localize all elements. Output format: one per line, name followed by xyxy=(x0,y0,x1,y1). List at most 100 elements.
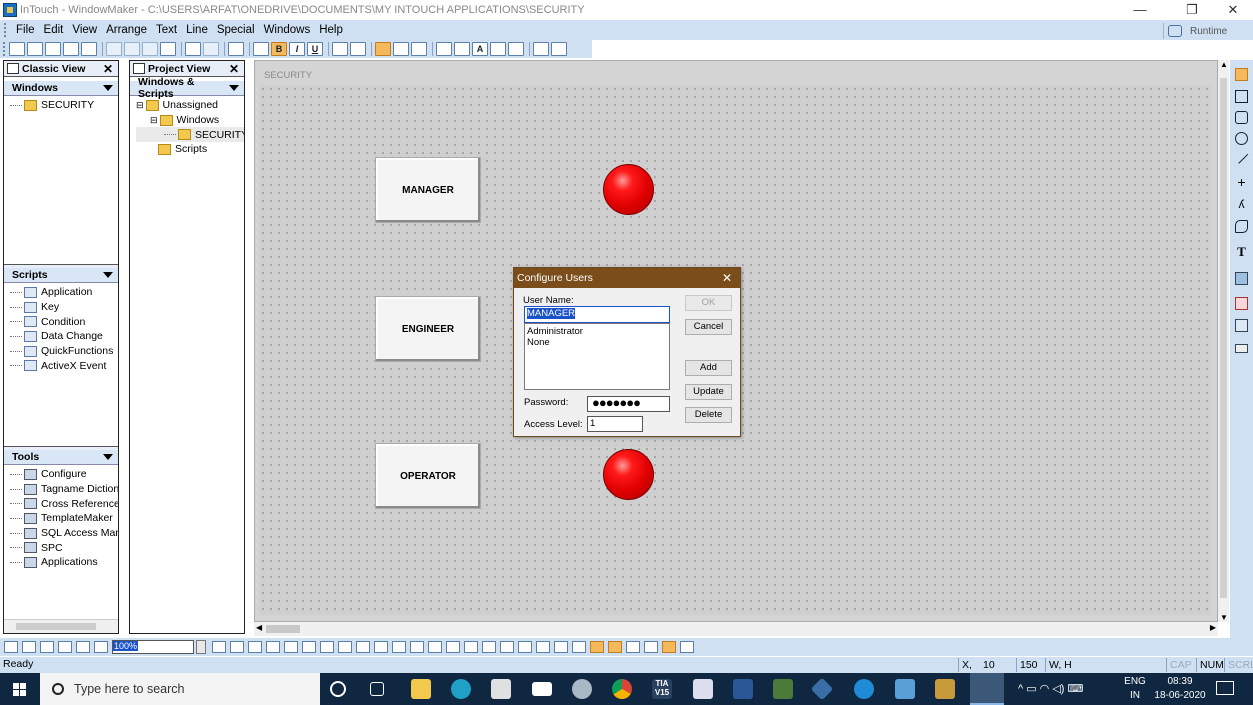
zoom-in-icon[interactable] xyxy=(4,641,18,653)
historical-trend-icon[interactable] xyxy=(1235,319,1248,332)
space-vertical-icon[interactable] xyxy=(356,641,370,653)
scroll-up-icon[interactable]: ▲ xyxy=(1220,60,1228,69)
tool-item-tagname-dictionary[interactable]: Tagname Dictiona xyxy=(10,482,118,497)
reshape-icon[interactable] xyxy=(518,641,532,653)
tool-item-cross-reference[interactable]: Cross Reference xyxy=(10,496,118,511)
flip-horizontal-icon[interactable] xyxy=(482,641,496,653)
align-bottom-objects-icon[interactable] xyxy=(302,641,316,653)
menu-help[interactable]: Help xyxy=(319,24,343,36)
script-item-quickfunctions[interactable]: QuickFunctions xyxy=(10,344,118,359)
taskbar-search-box[interactable]: Type here to search xyxy=(40,673,320,705)
script-item-data-change[interactable]: Data Change xyxy=(10,329,118,344)
increase-font-icon[interactable] xyxy=(350,42,366,56)
clock[interactable]: 08:39 18-06-2020 xyxy=(1152,676,1208,701)
minimize-button[interactable]: — xyxy=(1117,0,1163,20)
paste-icon[interactable] xyxy=(142,42,158,56)
polyline-tool-icon[interactable]: ʎ xyxy=(1235,198,1248,211)
operator-button[interactable]: OPERATOR xyxy=(375,443,481,509)
realtime-trend-icon[interactable] xyxy=(1235,297,1248,310)
pencil-icon[interactable] xyxy=(680,641,694,653)
fill-color-icon[interactable] xyxy=(454,42,470,56)
menu-edit[interactable]: Edit xyxy=(44,24,64,36)
zoom-grid-icon[interactable] xyxy=(76,641,90,653)
delete-button[interactable]: Delete xyxy=(685,407,732,423)
tree-window-security[interactable]: SECURITY xyxy=(136,127,244,143)
scroll-thumb[interactable] xyxy=(1220,78,1227,598)
project-view-close-icon[interactable]: ✕ xyxy=(229,62,239,76)
project-view-toggle-icon[interactable] xyxy=(608,641,622,653)
select-pointer-icon[interactable] xyxy=(1235,68,1248,81)
smooth-icon[interactable] xyxy=(536,641,550,653)
rotate-left-icon[interactable] xyxy=(446,641,460,653)
users-list-item[interactable]: Administrator xyxy=(527,326,667,337)
user-name-input[interactable]: MANAGER xyxy=(524,306,670,323)
tool-item-configure[interactable]: Configure xyxy=(10,467,118,482)
simatic-icon[interactable] xyxy=(693,679,713,699)
tia-portal-icon[interactable]: TIA V15 xyxy=(652,679,672,699)
script-item-application[interactable]: Application xyxy=(10,285,118,300)
scroll-thumb[interactable] xyxy=(16,623,96,630)
make-cell-icon[interactable] xyxy=(374,641,388,653)
canvas-hscrollbar[interactable]: ◀ ▶ xyxy=(254,622,1218,636)
word-icon[interactable] xyxy=(733,679,753,699)
access-level-input[interactable]: 1 xyxy=(587,416,643,432)
align-left-objects-icon[interactable] xyxy=(212,641,226,653)
classic-view-hscrollbar[interactable] xyxy=(4,619,118,633)
scroll-thumb[interactable] xyxy=(266,625,300,633)
tool-item-sql-access[interactable]: SQL Access Manag xyxy=(10,526,118,541)
notifications-icon[interactable] xyxy=(1216,681,1234,695)
chrome-icon[interactable] xyxy=(612,679,632,699)
align-right-objects-icon[interactable] xyxy=(248,641,262,653)
rotate-right-icon[interactable] xyxy=(464,641,478,653)
align-top-objects-icon[interactable] xyxy=(266,641,280,653)
space-horizontal-icon[interactable] xyxy=(338,641,352,653)
zoom-level-input[interactable]: 100% xyxy=(112,640,194,654)
store-icon[interactable] xyxy=(491,679,511,699)
app-icon-4[interactable] xyxy=(935,679,955,699)
fit-icon[interactable] xyxy=(551,42,567,56)
start-button[interactable] xyxy=(0,673,40,705)
menu-special[interactable]: Special xyxy=(217,24,255,36)
paste-special-icon[interactable] xyxy=(160,42,176,56)
restore-button[interactable]: ❐ xyxy=(1169,0,1215,20)
ok-button[interactable]: OK xyxy=(685,295,732,311)
transparent-icon[interactable] xyxy=(533,42,549,56)
hv-line-tool-icon[interactable]: + xyxy=(1235,175,1248,189)
cortana-icon[interactable] xyxy=(330,681,346,697)
align-middle-objects-icon[interactable] xyxy=(284,641,298,653)
unsmooth-icon[interactable] xyxy=(554,641,568,653)
scroll-down-icon[interactable]: ▼ xyxy=(1220,613,1228,622)
decrease-font-icon[interactable] xyxy=(332,42,348,56)
tree-unassigned[interactable]: ⊟ Unassigned xyxy=(136,98,244,113)
undo-icon[interactable] xyxy=(185,42,201,56)
classic-view-close-icon[interactable]: ✕ xyxy=(103,62,113,76)
mail-icon[interactable] xyxy=(532,682,552,696)
align-centers-icon[interactable] xyxy=(320,641,334,653)
align-left-icon[interactable] xyxy=(375,42,391,56)
zoom-fit-icon[interactable] xyxy=(40,641,54,653)
manager-indicator[interactable] xyxy=(603,164,654,215)
underline-button[interactable]: U xyxy=(307,42,323,56)
substitute-tags-icon[interactable] xyxy=(572,641,586,653)
full-screen-icon[interactable] xyxy=(626,641,640,653)
redo-icon[interactable] xyxy=(203,42,219,56)
break-cell-icon[interactable] xyxy=(392,641,406,653)
rounded-rectangle-tool-icon[interactable] xyxy=(1235,111,1248,124)
update-button[interactable]: Update xyxy=(685,384,732,400)
dialog-close-icon[interactable]: ✕ xyxy=(722,271,732,285)
tree-windows-folder[interactable]: ⊟ Windows xyxy=(136,113,244,128)
app-icon-1[interactable] xyxy=(773,679,793,699)
language-indicator[interactable]: ENG IN xyxy=(1118,676,1152,701)
line-color-icon[interactable] xyxy=(436,42,452,56)
menu-arrange[interactable]: Arrange xyxy=(106,24,147,36)
zoom-dropdown-icon[interactable] xyxy=(196,640,206,654)
engineer-button[interactable]: ENGINEER xyxy=(375,296,481,362)
classic-view-toggle-icon[interactable] xyxy=(590,641,604,653)
users-list[interactable]: Administrator None xyxy=(524,323,670,390)
script-item-activex-event[interactable]: ActiveX Event xyxy=(10,358,118,373)
operator-indicator[interactable] xyxy=(603,449,654,500)
script-item-key[interactable]: Key xyxy=(10,300,118,315)
italic-button[interactable]: I xyxy=(289,42,305,56)
edge-browser-icon[interactable] xyxy=(451,679,471,699)
settings-app-icon[interactable] xyxy=(572,679,592,699)
